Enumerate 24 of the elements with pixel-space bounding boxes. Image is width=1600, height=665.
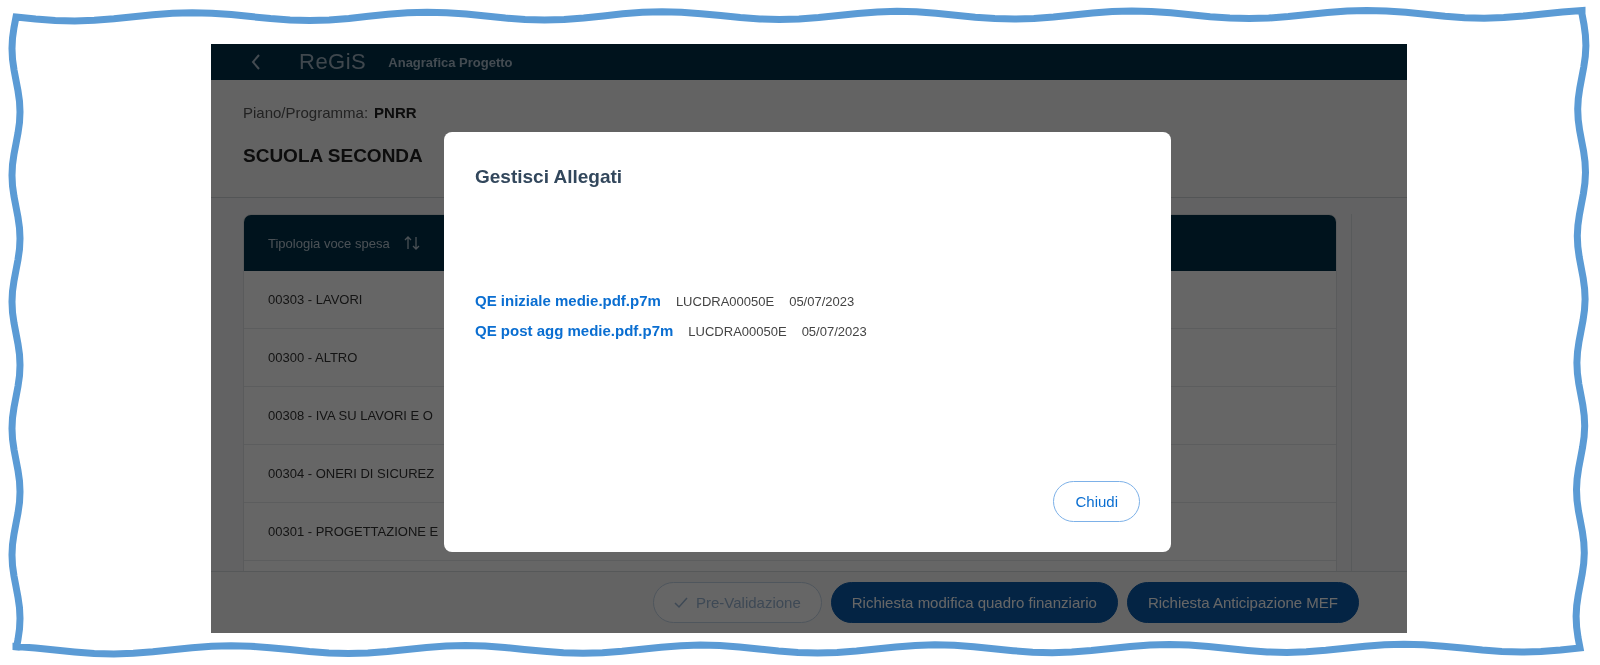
column-header[interactable]: Tipologia voce spesa (268, 235, 390, 251)
file-date: 05/07/2023 (801, 324, 867, 339)
table-cell: 00303 - LAVORI (268, 292, 363, 307)
table-cell: 00301 - PROGETTAZIONE E (268, 524, 439, 539)
sort-icon[interactable] (403, 235, 420, 251)
table-cell: 00300 - ALTRO (268, 350, 358, 365)
file-link[interactable]: QE post agg medie.pdf.p7m (475, 322, 674, 339)
program-value: PNRR (374, 104, 417, 121)
file-code: LUCDRA00050E (688, 324, 787, 339)
file-link[interactable]: QE iniziale medie.pdf.p7m (475, 292, 661, 309)
logo: ReGiS (299, 49, 367, 75)
project-title: SCUOLA SECONDA (243, 145, 423, 167)
program-label: Piano/Programma: (243, 104, 369, 121)
page-title: Anagrafica Progetto (388, 54, 513, 70)
table-cell: 00304 - ONERI DI SICUREZ (268, 466, 435, 481)
table-cell: 00308 - IVA SU LAVORI E O (268, 408, 433, 423)
check-icon (674, 596, 688, 609)
close-button[interactable]: Chiudi (1053, 481, 1140, 522)
back-icon[interactable] (251, 54, 261, 70)
file-code: LUCDRA00050E (675, 294, 775, 309)
request-button[interactable]: Richiesta modifica quadro finanziario (830, 582, 1118, 623)
request-button[interactable]: Richiesta Anticipazione MEF (1126, 582, 1359, 623)
file-date: 05/07/2023 (789, 294, 855, 309)
dialog-title: Gestisci Allegati (475, 166, 624, 188)
